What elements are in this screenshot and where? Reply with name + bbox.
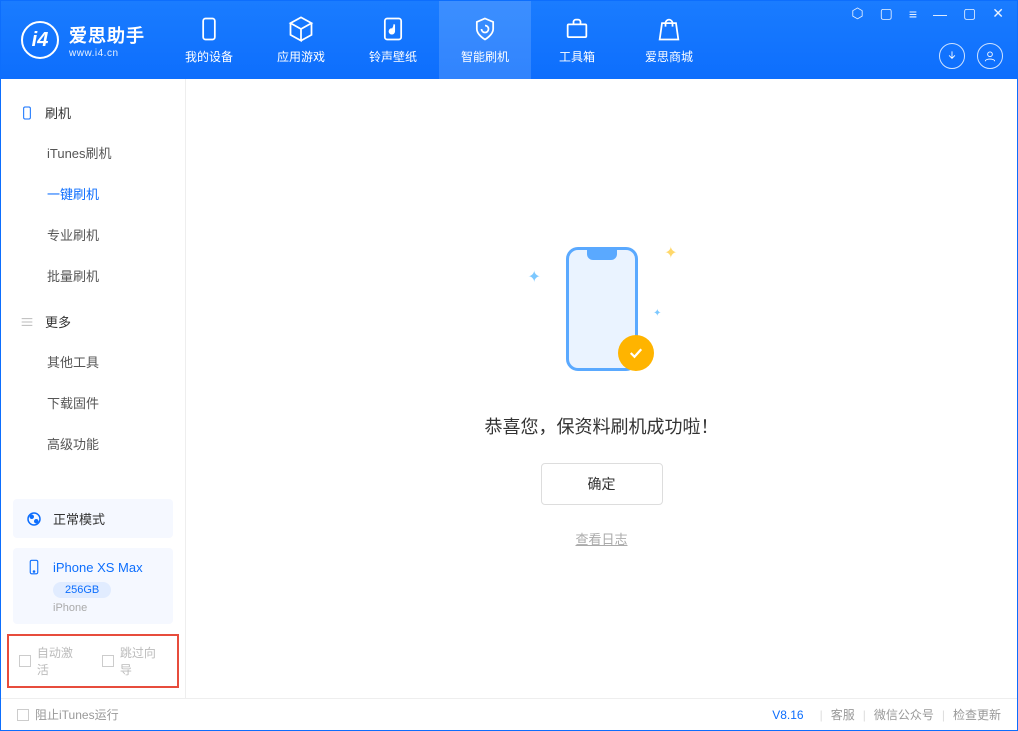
checkbox-icon xyxy=(19,655,31,667)
list-icon xyxy=(19,314,35,330)
refresh-shield-icon xyxy=(471,15,499,43)
sidebar-item-itunes-flash[interactable]: iTunes刷机 xyxy=(1,132,185,173)
nav-tabs: 我的设备 应用游戏 铃声壁纸 智能刷机 工具箱 爱思商城 xyxy=(163,1,715,79)
tab-label: 爱思商城 xyxy=(645,48,693,65)
toolbox-icon xyxy=(563,15,591,43)
tab-label: 应用游戏 xyxy=(277,48,325,65)
check-update-link[interactable]: 检查更新 xyxy=(953,706,1001,723)
footer-right: V8.16 | 客服 | 微信公众号 | 检查更新 xyxy=(772,706,1001,723)
tab-label: 铃声壁纸 xyxy=(369,48,417,65)
checkbox-icon xyxy=(17,709,29,721)
tab-label: 智能刷机 xyxy=(461,48,509,65)
support-link[interactable]: 客服 xyxy=(831,706,855,723)
sidebar-header-flash: 刷机 xyxy=(1,93,185,132)
separator: | xyxy=(942,708,945,722)
device-panels: 正常模式 iPhone XS Max 256GB iPhone xyxy=(1,499,185,634)
checkbox-icon xyxy=(102,655,114,667)
device-mode-label: 正常模式 xyxy=(53,509,105,528)
feedback-icon[interactable]: ▢ xyxy=(877,5,896,22)
mode-icon xyxy=(25,510,43,528)
tab-label: 工具箱 xyxy=(559,48,595,65)
checkbox-label: 阻止iTunes运行 xyxy=(35,706,119,723)
minimize-button[interactable]: — xyxy=(930,6,950,22)
sparkle-icon: ✦ xyxy=(653,308,661,319)
sidebar-header-label: 更多 xyxy=(45,312,71,331)
tab-store[interactable]: 爱思商城 xyxy=(623,1,715,79)
download-button[interactable] xyxy=(939,43,965,69)
titlebar: i4 爱思助手 www.i4.cn 我的设备 应用游戏 铃声壁纸 智能刷机 xyxy=(1,1,1017,79)
body: 刷机 iTunes刷机 一键刷机 专业刷机 批量刷机 更多 其他工具 下载固件 … xyxy=(1,79,1017,698)
sidebar-item-other-tools[interactable]: 其他工具 xyxy=(1,341,185,382)
maximize-button[interactable]: ▢ xyxy=(960,5,979,22)
version-label: V8.16 xyxy=(772,708,803,722)
tab-smart-flash[interactable]: 智能刷机 xyxy=(439,1,531,79)
bag-icon xyxy=(655,15,683,43)
success-illustration: ✦ ✦ ✦ xyxy=(522,229,682,389)
sidebar-header-more: 更多 xyxy=(1,302,185,341)
device-info-panel[interactable]: iPhone XS Max 256GB iPhone xyxy=(13,548,173,624)
sparkle-icon: ✦ xyxy=(528,267,541,287)
sidebar-scroll: 刷机 iTunes刷机 一键刷机 专业刷机 批量刷机 更多 其他工具 下载固件 … xyxy=(1,79,185,499)
window-controls-bottom xyxy=(939,43,1003,69)
logo-area: i4 爱思助手 www.i4.cn xyxy=(1,1,163,79)
auto-activate-checkbox[interactable]: 自动激活 xyxy=(19,644,84,678)
sidebar-header-label: 刷机 xyxy=(45,103,71,122)
tab-toolbox[interactable]: 工具箱 xyxy=(531,1,623,79)
main-content: ✦ ✦ ✦ 恭喜您，保资料刷机成功啦！ 确定 查看日志 xyxy=(186,79,1017,698)
phone-icon xyxy=(19,105,35,121)
tab-apps-games[interactable]: 应用游戏 xyxy=(255,1,347,79)
tab-label: 我的设备 xyxy=(185,48,233,65)
window-controls-top: ⬡ ▢ ≡ — ▢ ✕ xyxy=(848,5,1007,22)
ok-button[interactable]: 确定 xyxy=(541,463,663,505)
sidebar-item-firmware[interactable]: 下载固件 xyxy=(1,382,185,423)
sidebar-item-pro-flash[interactable]: 专业刷机 xyxy=(1,214,185,255)
user-icon xyxy=(983,49,997,63)
device-storage: 256GB xyxy=(53,582,111,598)
skin-icon[interactable]: ⬡ xyxy=(848,5,866,22)
music-file-icon xyxy=(379,15,407,43)
separator: | xyxy=(863,708,866,722)
view-log-link[interactable]: 查看日志 xyxy=(575,529,627,548)
skip-wizard-checkbox[interactable]: 跳过向导 xyxy=(102,644,167,678)
cube-icon xyxy=(287,15,315,43)
account-button[interactable] xyxy=(977,43,1003,69)
checkbox-label: 自动激活 xyxy=(37,644,84,678)
sidebar-group-flash: 刷机 iTunes刷机 一键刷机 专业刷机 批量刷机 xyxy=(1,93,185,296)
sidebar: 刷机 iTunes刷机 一键刷机 专业刷机 批量刷机 更多 其他工具 下载固件 … xyxy=(1,79,186,698)
app-window: i4 爱思助手 www.i4.cn 我的设备 应用游戏 铃声壁纸 智能刷机 xyxy=(0,0,1018,731)
sidebar-group-more: 更多 其他工具 下载固件 高级功能 xyxy=(1,302,185,464)
device-icon xyxy=(25,558,43,576)
device-name: iPhone XS Max xyxy=(53,560,143,575)
tab-ring-wall[interactable]: 铃声壁纸 xyxy=(347,1,439,79)
logo-icon: i4 xyxy=(21,21,59,59)
close-button[interactable]: ✕ xyxy=(989,5,1007,22)
download-icon xyxy=(945,49,959,63)
device-icon xyxy=(195,15,223,43)
tab-my-device[interactable]: 我的设备 xyxy=(163,1,255,79)
check-badge-icon xyxy=(618,335,654,371)
success-message: 恭喜您，保资料刷机成功啦！ xyxy=(485,413,719,439)
footer: 阻止iTunes运行 V8.16 | 客服 | 微信公众号 | 检查更新 xyxy=(1,698,1017,730)
block-itunes-checkbox[interactable]: 阻止iTunes运行 xyxy=(17,706,119,723)
app-name: 爱思助手 xyxy=(69,22,145,48)
device-mode-panel[interactable]: 正常模式 xyxy=(13,499,173,538)
highlighted-options-row: 自动激活 跳过向导 xyxy=(7,634,179,688)
app-domain: www.i4.cn xyxy=(69,48,145,59)
logo-text: 爱思助手 www.i4.cn xyxy=(69,22,145,59)
device-type: iPhone xyxy=(53,602,87,614)
separator: | xyxy=(820,708,823,722)
checkbox-label: 跳过向导 xyxy=(120,644,167,678)
checkmark-icon xyxy=(627,344,645,362)
sidebar-item-batch-flash[interactable]: 批量刷机 xyxy=(1,255,185,296)
sidebar-item-onekey-flash[interactable]: 一键刷机 xyxy=(1,173,185,214)
menu-icon[interactable]: ≡ xyxy=(906,6,920,22)
sidebar-item-advanced[interactable]: 高级功能 xyxy=(1,423,185,464)
sparkle-icon: ✦ xyxy=(664,243,677,263)
wechat-link[interactable]: 微信公众号 xyxy=(874,706,934,723)
